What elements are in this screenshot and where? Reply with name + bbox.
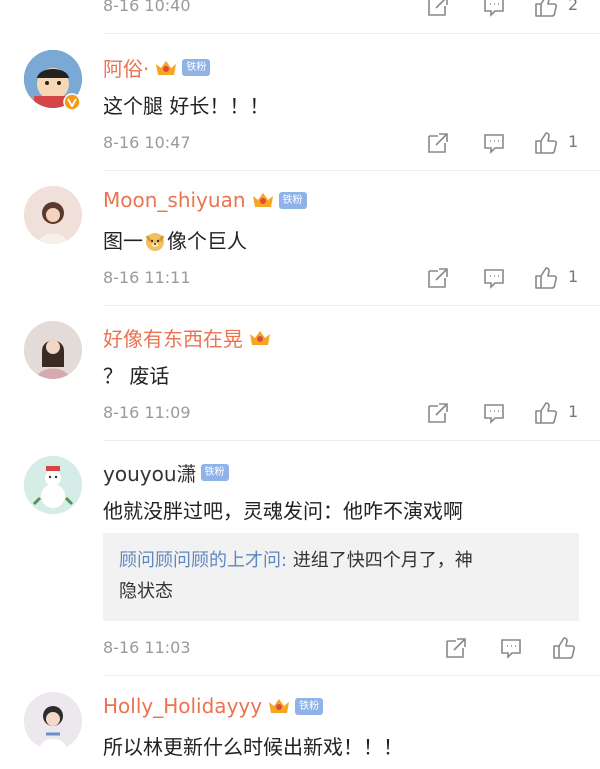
comment-text: 所以林更新什么时候出新戏！！！ bbox=[103, 735, 403, 759]
comment-time: 8-16 10:40 bbox=[103, 0, 191, 15]
avatar[interactable] bbox=[24, 186, 82, 244]
fan-badge: 铁粉 bbox=[295, 697, 324, 715]
thumbs-up-icon bbox=[535, 0, 558, 17]
divider bbox=[103, 305, 600, 306]
comment-text: 他就没胖过吧，灵魂发问：他咋不演戏啊 bbox=[103, 499, 463, 523]
quoted-reply[interactable]: 顾问顾问顾的上才问: 进组了快四个月了，神隐状态 bbox=[103, 533, 579, 621]
crown-icon bbox=[156, 60, 177, 75]
like-button[interactable]: 1 bbox=[534, 266, 594, 290]
avatar[interactable] bbox=[24, 456, 82, 514]
comment-actions: 1 bbox=[426, 131, 586, 155]
comment-actions: 2 bbox=[426, 0, 578, 18]
fan-badge: 铁粉 bbox=[182, 59, 211, 76]
like-button[interactable]: 1 bbox=[534, 401, 594, 425]
share-icon[interactable] bbox=[426, 401, 450, 425]
comment-text: 图一 像个巨人 bbox=[103, 225, 247, 254]
quoted-text-line2: 隐状态 bbox=[119, 581, 173, 602]
comment-icon[interactable] bbox=[499, 636, 523, 660]
avatar[interactable] bbox=[24, 692, 82, 750]
fan-badge: 铁粉 bbox=[278, 191, 307, 209]
thumbs-up-icon bbox=[535, 402, 558, 424]
crown-icon bbox=[252, 193, 273, 207]
comment-icon[interactable] bbox=[482, 266, 506, 290]
comment-time: 8-16 11:11 bbox=[103, 268, 191, 287]
like-button[interactable] bbox=[552, 636, 582, 660]
comment-icon[interactable] bbox=[482, 131, 506, 155]
like-button[interactable]: 2 bbox=[534, 0, 594, 18]
portrait-avatar-icon bbox=[24, 321, 82, 379]
username[interactable]: Moon_shiyuan bbox=[103, 188, 246, 212]
comment-text: 这个腿 好长！！！ bbox=[103, 94, 270, 118]
doge-icon bbox=[145, 233, 165, 251]
comment-actions: 1 bbox=[426, 401, 586, 425]
avatar[interactable] bbox=[24, 321, 82, 379]
name-row: 阿俗· 铁粉 bbox=[103, 53, 211, 82]
verified-icon bbox=[63, 93, 81, 111]
comment-icon[interactable] bbox=[482, 401, 506, 425]
share-icon[interactable] bbox=[444, 636, 468, 660]
quoted-text: 进组了快四个月了，神 bbox=[287, 550, 473, 571]
quoted-username[interactable]: 顾问顾问顾的上才问: bbox=[119, 550, 287, 571]
share-icon[interactable] bbox=[426, 131, 450, 155]
comment-actions: 1 bbox=[426, 266, 586, 290]
child-avatar-icon bbox=[24, 692, 82, 750]
like-count: 1 bbox=[568, 132, 579, 151]
username[interactable]: Holly_Holidayyy bbox=[103, 694, 262, 718]
divider bbox=[103, 33, 600, 34]
thumbs-up-icon bbox=[535, 132, 558, 154]
comment-text-before: 图一 bbox=[103, 229, 143, 253]
comment-time: 8-16 11:03 bbox=[103, 638, 191, 657]
like-count: 1 bbox=[568, 402, 579, 421]
comment-time: 8-16 10:47 bbox=[103, 133, 191, 152]
username[interactable]: 好像有东西在晃 bbox=[103, 323, 243, 352]
name-row: 好像有东西在晃 bbox=[103, 323, 272, 352]
girl-avatar-icon bbox=[24, 186, 82, 244]
share-icon[interactable] bbox=[426, 266, 450, 290]
like-count: 1 bbox=[568, 267, 579, 286]
thumbs-up-icon bbox=[535, 267, 558, 289]
username[interactable]: 阿俗· bbox=[103, 53, 149, 82]
crown-icon bbox=[269, 699, 290, 713]
crown-icon bbox=[250, 330, 270, 345]
divider bbox=[103, 170, 600, 171]
comment-text: ？ 废话 bbox=[103, 364, 170, 388]
name-row: youyou潇 铁粉 bbox=[103, 458, 229, 487]
username[interactable]: youyou潇 bbox=[103, 458, 197, 487]
comment-text-after: 像个巨人 bbox=[167, 229, 247, 253]
like-count: 2 bbox=[568, 0, 579, 14]
comment-time: 8-16 11:09 bbox=[103, 403, 191, 422]
snowman-avatar-icon bbox=[24, 456, 82, 514]
thumbs-up-icon bbox=[553, 637, 576, 659]
fan-badge: 铁粉 bbox=[200, 464, 229, 481]
like-button[interactable]: 1 bbox=[534, 131, 594, 155]
share-icon[interactable] bbox=[426, 0, 450, 18]
divider bbox=[103, 675, 600, 676]
comment-icon[interactable] bbox=[482, 0, 506, 18]
divider bbox=[103, 440, 600, 441]
comment-actions bbox=[444, 636, 584, 660]
name-row: Holly_Holidayyy 铁粉 bbox=[103, 694, 324, 718]
name-row: Moon_shiyuan 铁粉 bbox=[103, 188, 307, 212]
